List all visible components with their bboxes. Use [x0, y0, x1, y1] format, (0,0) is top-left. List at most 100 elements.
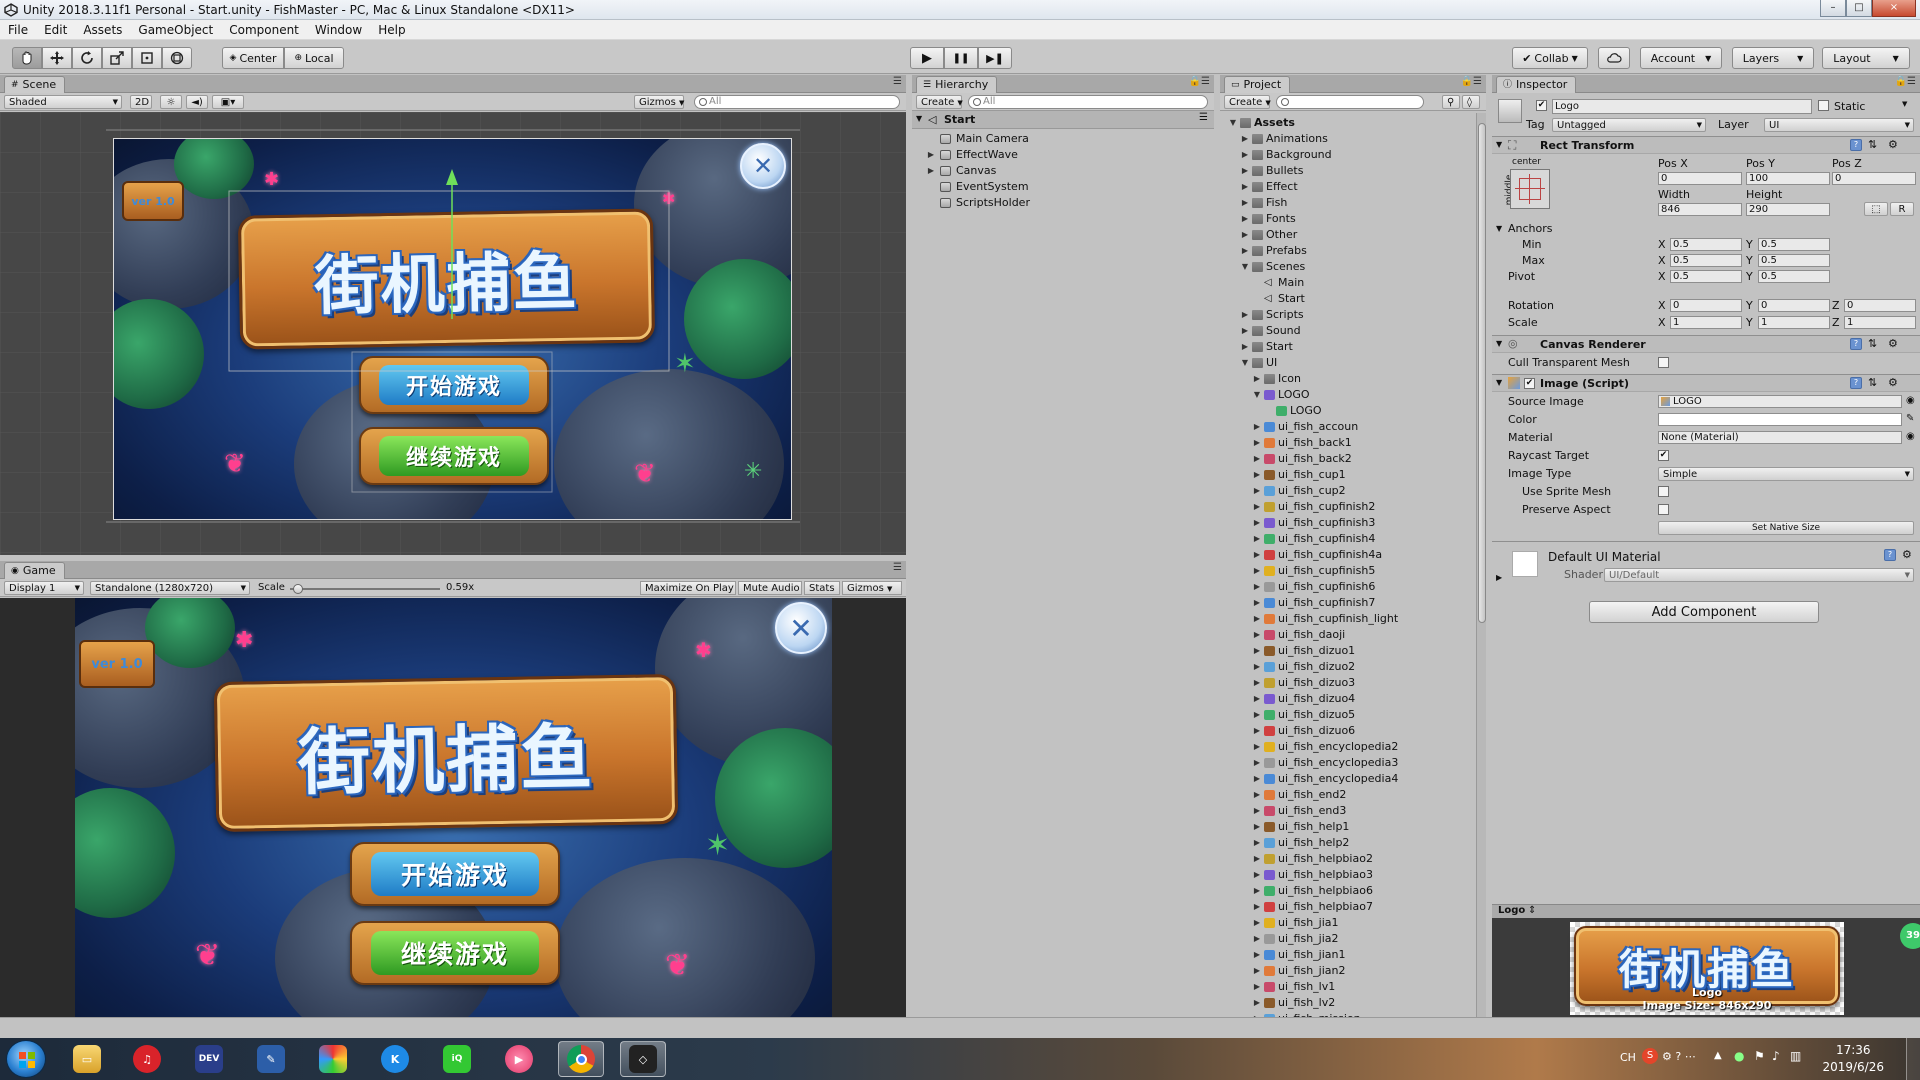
project-asset-item[interactable]: ▶ ui_fish_lv1: [1220, 980, 1474, 993]
chevron-down-icon[interactable]: ▼: [1252, 388, 1262, 401]
taskbar-iqiyi[interactable]: iQ: [434, 1041, 480, 1077]
cloud-button[interactable]: [1598, 47, 1630, 69]
game-viewport[interactable]: ✱ ✱ ❦ ❦ ✶ 街机捕鱼 开始游戏 继续游戏 ver 1.0 ✕: [0, 598, 906, 1017]
scene-menu-icon[interactable]: ☰: [1199, 112, 1208, 123]
maximize-on-play-toggle[interactable]: Maximize On Play: [640, 581, 736, 595]
posz-input[interactable]: 0: [1832, 172, 1916, 185]
chevron-right-icon[interactable]: ▶: [1252, 932, 1262, 945]
tag-dropdown[interactable]: Untagged ▼: [1552, 118, 1706, 132]
project-asset-item[interactable]: ▶ ui_fish_helpbiao2: [1220, 852, 1474, 865]
chevron-right-icon[interactable]: ▶: [1252, 852, 1262, 865]
scene-viewport[interactable]: ✱ ✱ ❦ ❦ ✳ ✶ 街机捕鱼 开始游戏 继续游戏 ver 1.0 ✕: [0, 112, 906, 555]
chevron-right-icon[interactable]: ▶: [926, 148, 936, 161]
add-component-button[interactable]: Add Component: [1589, 601, 1819, 623]
menu-edit[interactable]: Edit: [36, 23, 75, 37]
static-checkbox[interactable]: [1818, 100, 1829, 111]
gameobject-icon[interactable]: [1498, 99, 1522, 123]
layout-dropdown[interactable]: Layout ▼: [1822, 47, 1910, 69]
project-asset-item[interactable]: ▶ ui_fish_end2: [1220, 788, 1474, 801]
mute-audio-toggle[interactable]: Mute Audio: [738, 581, 802, 595]
display-dropdown[interactable]: Display 1 ▼: [4, 581, 84, 595]
image-enabled-checkbox[interactable]: ✔: [1524, 378, 1535, 389]
scene-gizmos-dropdown[interactable]: Gizmos ▼: [634, 95, 684, 109]
chevron-right-icon[interactable]: ▶: [1252, 820, 1262, 833]
layers-dropdown[interactable]: Layers ▼: [1732, 47, 1814, 69]
chevron-right-icon[interactable]: ▶: [1240, 148, 1250, 161]
chevron-right-icon[interactable]: ▶: [1252, 468, 1262, 481]
chevron-right-icon[interactable]: ▶: [1240, 228, 1250, 241]
transform-tool-button[interactable]: [162, 47, 192, 69]
hierarchy-item[interactable]: Main Camera: [912, 132, 1214, 145]
project-asset-item[interactable]: ▶ ui_fish_cupfinish2: [1220, 500, 1474, 513]
system-clock[interactable]: 17:36 2019/6/26: [1822, 1042, 1884, 1076]
preset-icon[interactable]: ⇅: [1868, 337, 1877, 350]
hierarchy-item[interactable]: EventSystem: [912, 180, 1214, 193]
preserve-aspect-checkbox[interactable]: [1658, 504, 1669, 515]
scale-slider-handle[interactable]: [292, 584, 303, 594]
project-asset-item[interactable]: ▶ ui_fish_encyclopedia4: [1220, 772, 1474, 785]
chevron-right-icon[interactable]: ▶: [1252, 868, 1262, 881]
help-icon[interactable]: ?: [1850, 377, 1862, 389]
tab-scene[interactable]: # Scene: [4, 76, 66, 93]
project-asset-item[interactable]: ▶ ui_fish_cup2: [1220, 484, 1474, 497]
account-dropdown[interactable]: Account ▼: [1640, 47, 1722, 69]
layer-dropdown[interactable]: UI ▼: [1764, 118, 1914, 132]
toggle-2d-button[interactable]: 2D: [130, 95, 152, 109]
cull-mesh-checkbox[interactable]: [1658, 357, 1669, 368]
height-input[interactable]: 290: [1746, 203, 1830, 216]
chevron-right-icon[interactable]: ▶: [1252, 724, 1262, 737]
audio-toggle[interactable]: ◄): [186, 95, 208, 109]
chevron-right-icon[interactable]: ▶: [1240, 180, 1250, 193]
chevron-right-icon[interactable]: ▶: [1240, 308, 1250, 321]
rotation-x-input[interactable]: 0: [1670, 299, 1742, 312]
resolution-dropdown[interactable]: Standalone (1280x720) ▼: [90, 581, 250, 595]
object-picker-icon[interactable]: ◉: [1906, 431, 1915, 442]
project-asset-item[interactable]: ◁ Main: [1220, 276, 1474, 289]
project-asset-item[interactable]: ▶ ui_fish_dizuo6: [1220, 724, 1474, 737]
chevron-right-icon[interactable]: ▶: [1252, 612, 1262, 625]
scale-z-input[interactable]: 1: [1844, 316, 1916, 329]
project-asset-item[interactable]: ▶ ui_fish_dizuo1: [1220, 644, 1474, 657]
project-asset-item[interactable]: ▶ ui_fish_cupfinish5: [1220, 564, 1474, 577]
project-asset-item[interactable]: ▶ ui_fish_jia2: [1220, 932, 1474, 945]
rotation-z-input[interactable]: 0: [1844, 299, 1916, 312]
tab-game[interactable]: ◉ Game: [4, 562, 65, 579]
lighting-toggle[interactable]: ☼: [160, 95, 182, 109]
project-asset-item[interactable]: ▶ ui_fish_jia1: [1220, 916, 1474, 929]
anchor-min-y-input[interactable]: 0.5: [1758, 238, 1830, 251]
help-icon[interactable]: ?: [1884, 549, 1896, 561]
posy-input[interactable]: 100: [1746, 172, 1830, 185]
menu-file[interactable]: File: [0, 23, 36, 37]
taskbar-kugou[interactable]: K: [372, 1041, 418, 1077]
show-desktop-button[interactable]: [1906, 1038, 1920, 1080]
shader-dropdown[interactable]: UI/Default ▼: [1604, 568, 1914, 582]
menu-help[interactable]: Help: [370, 23, 413, 37]
chevron-right-icon[interactable]: ▶: [1252, 804, 1262, 817]
project-asset-item[interactable]: ▶ ui_fish_daoji: [1220, 628, 1474, 641]
project-folder-item[interactable]: ▶ Prefabs: [1220, 244, 1474, 257]
chevron-right-icon[interactable]: ▶: [1252, 436, 1262, 449]
chevron-down-icon[interactable]: ▼: [1240, 260, 1250, 273]
scale-slider-track[interactable]: [290, 584, 440, 594]
project-folder-item[interactable]: ▶ Start: [1220, 340, 1474, 353]
chevron-right-icon[interactable]: ▶: [1240, 196, 1250, 209]
taskbar-devcpp[interactable]: DEV: [186, 1041, 232, 1077]
panel-menu-icon[interactable]: ☰: [893, 76, 902, 87]
preset-icon[interactable]: ⇅: [1868, 138, 1877, 151]
stats-toggle[interactable]: Stats: [804, 581, 840, 595]
project-asset-item[interactable]: ◁ Start: [1220, 292, 1474, 305]
project-folder-item[interactable]: ▶ Scripts: [1220, 308, 1474, 321]
chevron-right-icon[interactable]: ▶: [1252, 452, 1262, 465]
project-asset-item[interactable]: ▶ ui_fish_helpbiao7: [1220, 900, 1474, 913]
close-window-button[interactable]: ×: [1872, 0, 1916, 17]
chevron-right-icon[interactable]: ▶: [1252, 372, 1262, 385]
ime-icon[interactable]: S: [1642, 1048, 1658, 1064]
scale-tool-button[interactable]: [102, 47, 132, 69]
project-asset-item[interactable]: LOGO: [1220, 404, 1474, 417]
object-picker-icon[interactable]: ◉: [1906, 395, 1915, 406]
posx-input[interactable]: 0: [1658, 172, 1742, 185]
hierarchy-item[interactable]: ScriptsHolder: [912, 196, 1214, 209]
rotate-tool-button[interactable]: [72, 47, 102, 69]
project-folder-item[interactable]: ▶ Icon: [1220, 372, 1474, 385]
menu-window[interactable]: Window: [307, 23, 370, 37]
